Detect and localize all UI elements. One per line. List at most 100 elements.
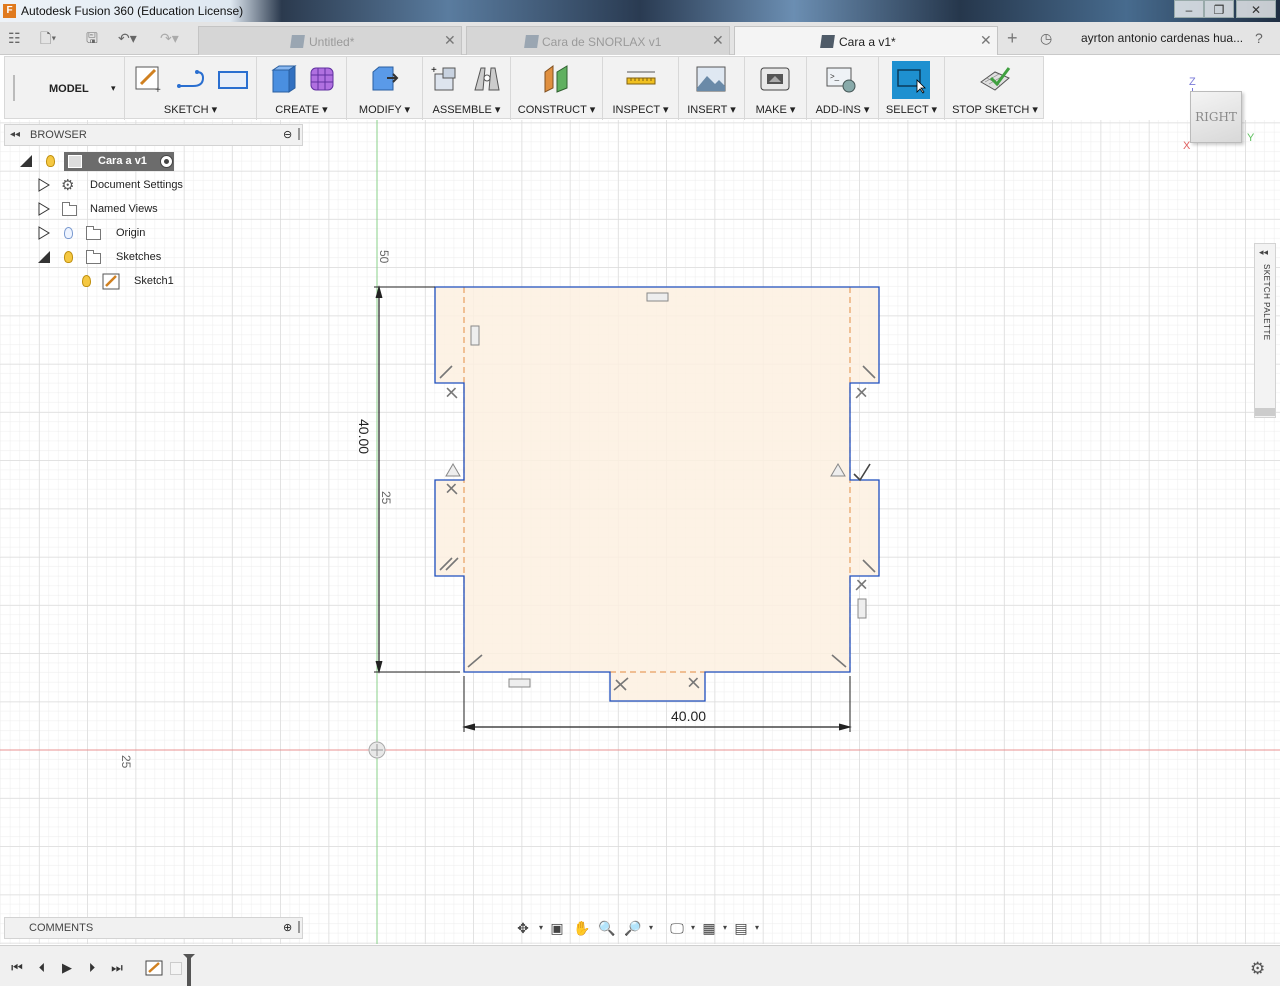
toolbar-group-assemble[interactable]: + ASSEMBLE ▾ <box>423 57 511 120</box>
extrude-icon[interactable] <box>267 64 299 94</box>
close-tab-icon[interactable]: ✕ <box>712 32 724 49</box>
visibility-bulb-icon[interactable] <box>82 275 91 287</box>
form-tool-icon[interactable] <box>307 64 339 94</box>
minimize-panel-icon[interactable]: ⊖ <box>283 128 292 141</box>
pan-hand-icon[interactable]: ✋ <box>573 920 591 936</box>
palette-scroll-grip[interactable] <box>1255 408 1275 416</box>
go-to-end-icon[interactable]: ⏭ <box>109 961 125 975</box>
collapse-panel-icon[interactable]: ◂◂ <box>10 129 20 140</box>
design-canvas[interactable] <box>0 120 1280 944</box>
toolbar-group-insert[interactable]: INSERT ▾ <box>679 57 745 120</box>
restore-icon[interactable]: ❐ <box>1204 0 1234 18</box>
file-menu-icon[interactable]: 🗋▾ <box>40 29 56 47</box>
redo-icon[interactable]: ↷▾ <box>160 29 179 47</box>
timeline-marker[interactable] <box>187 956 191 986</box>
group-label: CREATE ▾ <box>275 104 328 116</box>
toolbar-group-modify[interactable]: MODIFY ▾ <box>347 57 423 120</box>
svg-text:+: + <box>155 85 161 94</box>
sketch-profile[interactable] <box>435 287 879 701</box>
minimize-icon[interactable]: – <box>1174 0 1204 18</box>
toolbar-group-stop-sketch[interactable]: STOP SKETCH ▾ <box>945 57 1045 120</box>
tab-cara-de-snorlax[interactable]: Cara de SNORLAX v1 ✕ <box>466 26 730 55</box>
toolbar-group-select[interactable]: SELECT ▾ <box>879 57 945 120</box>
browser-item-label: Named Views <box>90 203 158 215</box>
offset-plane-icon[interactable] <box>541 64 573 94</box>
dimension-height-value[interactable]: 40.00 <box>356 419 372 459</box>
group-label: INSPECT ▾ <box>612 104 669 116</box>
dimension-width-value[interactable]: 40.00 <box>671 708 706 724</box>
toolbar-group-sketch[interactable]: + SKETCH ▾ <box>125 57 257 120</box>
expanded-triangle-icon[interactable] <box>20 155 32 167</box>
scripts-addins-icon[interactable]: >_ <box>825 64 857 94</box>
browser-title: BROWSER <box>30 129 87 141</box>
new-tab-plus-icon[interactable]: + <box>1007 29 1018 47</box>
browser-item-label: Origin <box>116 227 146 239</box>
toolbar-group-create[interactable]: CREATE ▾ <box>257 57 347 120</box>
play-icon[interactable]: ▶ <box>59 961 75 975</box>
toolbar-group-make[interactable]: MAKE ▾ <box>745 57 807 120</box>
new-component-icon[interactable]: + <box>429 64 461 94</box>
comments-panel-header[interactable]: COMMENTS ⊕ <box>4 917 303 939</box>
go-to-start-icon[interactable]: ⏮ <box>9 961 25 975</box>
viewcube[interactable]: RIGHT <box>1190 91 1242 143</box>
document-icon <box>524 35 539 48</box>
stop-sketch-icon[interactable] <box>979 64 1011 94</box>
create-sketch-icon[interactable]: + <box>133 64 165 94</box>
close-tab-icon[interactable]: ✕ <box>444 32 456 49</box>
rectangle-tool-icon[interactable] <box>217 64 249 94</box>
sketch-palette-panel[interactable]: ◂◂ SKETCH PALETTE <box>1254 243 1276 418</box>
document-icon <box>820 35 835 48</box>
expanded-triangle-icon[interactable] <box>38 251 50 263</box>
fit-icon[interactable]: 🔎 <box>624 920 642 936</box>
chevron-down-icon[interactable]: ▾ <box>642 920 660 936</box>
workspace-switcher[interactable]: MODEL ▾ <box>25 57 125 120</box>
browser-item-sketch1[interactable]: Sketch1 <box>80 272 180 292</box>
visibility-bulb-off-icon[interactable] <box>64 227 73 239</box>
browser-item-root[interactable]: Cara a v1 <box>20 152 190 172</box>
insert-image-icon[interactable] <box>695 64 727 94</box>
close-icon[interactable]: ✕ <box>1236 0 1276 18</box>
browser-item-document-settings[interactable]: ⚙ Document Settings <box>38 176 188 196</box>
collapsed-triangle-icon[interactable] <box>38 226 50 240</box>
timeline-marker-head <box>183 954 195 960</box>
toolbar-group-construct[interactable]: CONSTRUCT ▾ <box>511 57 603 120</box>
step-back-icon[interactable]: ⏴ <box>34 961 50 975</box>
panel-grip[interactable] <box>298 921 300 933</box>
help-icon[interactable]: ? <box>1255 29 1263 47</box>
browser-panel-header[interactable]: ◂◂ BROWSER ⊖ <box>4 124 303 146</box>
timeline-sketch-feature-icon[interactable] <box>145 960 163 976</box>
tab-cara-a[interactable]: Cara a v1* ✕ <box>734 26 998 55</box>
undo-icon[interactable]: ↶▾ <box>118 29 137 47</box>
apps-grid-icon[interactable]: ☷ <box>8 29 21 47</box>
browser-item-named-views[interactable]: Named Views <box>38 200 168 220</box>
visibility-bulb-icon[interactable] <box>64 251 73 263</box>
job-status-clock-icon[interactable]: ◷ <box>1040 29 1052 47</box>
panel-grip[interactable] <box>298 128 300 140</box>
3d-print-icon[interactable] <box>759 64 791 94</box>
title-bar: F Autodesk Fusion 360 (Education License… <box>0 0 1280 22</box>
toolbar-group-add-ins[interactable]: >_ ADD-INS ▾ <box>807 57 879 120</box>
measure-icon[interactable] <box>625 64 657 94</box>
browser-item-sketches[interactable]: Sketches <box>38 248 174 268</box>
timeline-settings-gear-icon[interactable]: ⚙ <box>1250 959 1265 979</box>
select-window-icon[interactable] <box>895 64 927 94</box>
press-pull-icon[interactable] <box>369 64 401 94</box>
line-tool-icon[interactable] <box>175 64 207 94</box>
browser-item-origin[interactable]: Origin <box>38 224 158 244</box>
close-tab-icon[interactable]: ✕ <box>980 32 992 49</box>
collapsed-triangle-icon[interactable] <box>38 202 50 216</box>
step-forward-icon[interactable]: ⏵ <box>84 961 100 975</box>
joint-icon[interactable] <box>471 64 503 94</box>
tab-untitled[interactable]: Untitled* ✕ <box>198 26 462 55</box>
zoom-icon[interactable]: 🔍 <box>598 920 616 936</box>
expand-panel-icon[interactable]: ◂◂ <box>1259 247 1268 258</box>
save-icon[interactable]: 🖫 <box>86 29 98 47</box>
visibility-bulb-icon[interactable] <box>46 155 55 167</box>
user-account-name[interactable]: ayrton antonio cardenas hua... <box>1081 31 1243 45</box>
toolbar-group-inspect[interactable]: INSPECT ▾ <box>603 57 679 120</box>
chevron-down-icon[interactable]: ▾ <box>748 920 766 936</box>
viewcube-face-label: RIGHT <box>1195 110 1237 124</box>
orbit-icon[interactable]: ✥ <box>514 920 532 936</box>
add-comment-icon[interactable]: ⊕ <box>283 921 292 934</box>
look-at-icon[interactable]: ▣ <box>548 920 566 936</box>
